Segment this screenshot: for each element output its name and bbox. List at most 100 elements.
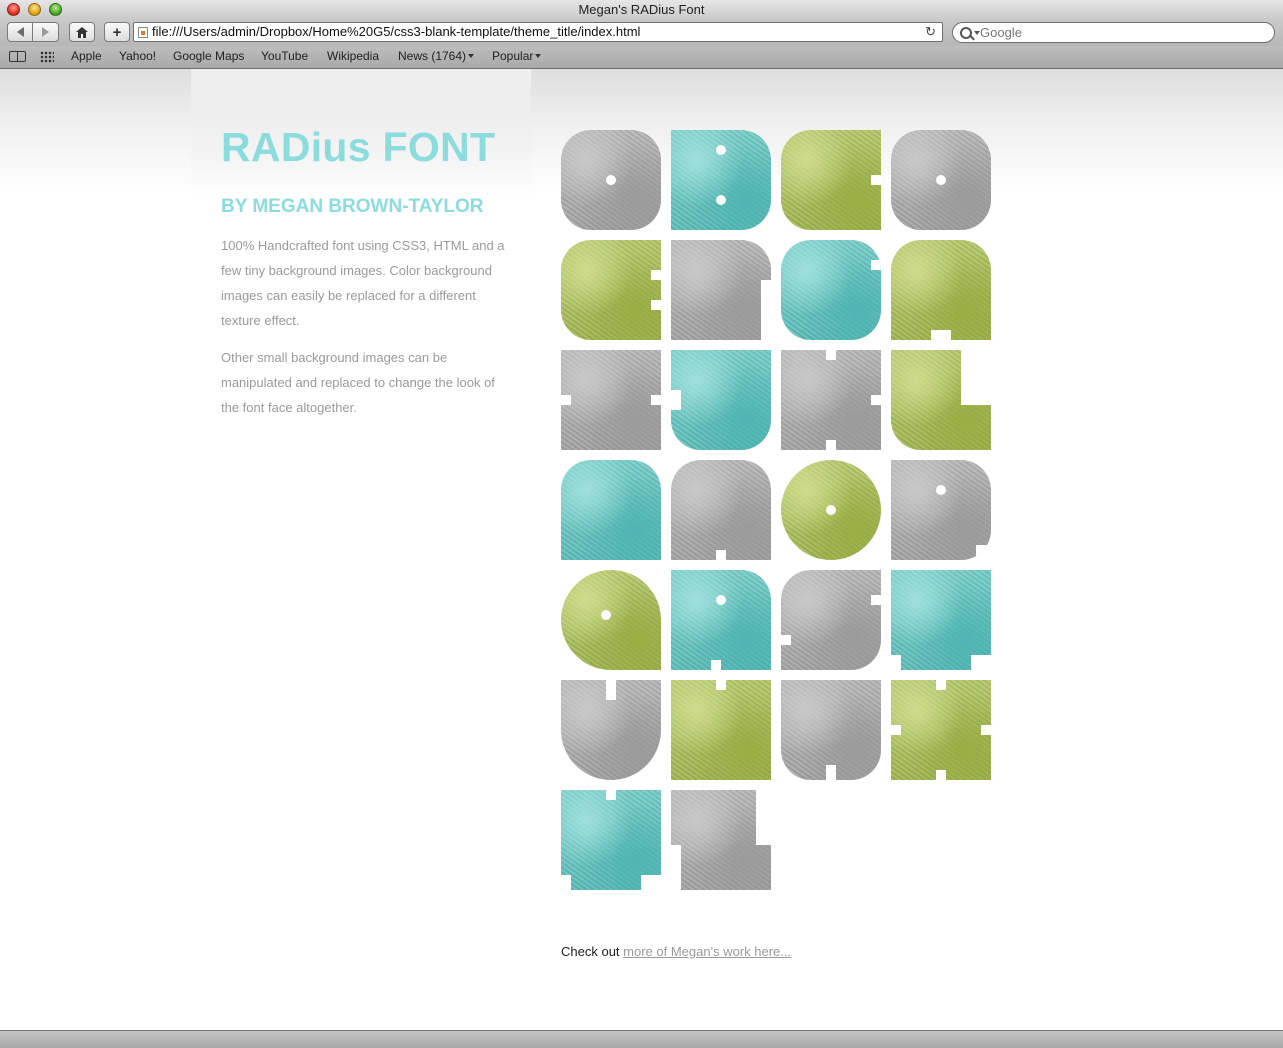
bookmark-news-menu[interactable]: News (1764) [398,49,475,63]
author-byline: BY MEGAN BROWN-TAYLOR [221,196,484,217]
letter-notch [641,875,661,890]
letter-tile-l [891,350,991,450]
letter-counter-hole [606,175,616,185]
description-paragraph: Other small background images can be man… [221,350,495,415]
title-bar: Megan's RADius Font [0,0,1283,20]
letter-tile-h [891,240,991,340]
letter-tile-b [671,130,771,230]
letter-notch [931,330,951,340]
letter-notch [826,440,836,450]
letter-tile-t [891,570,991,670]
letter-notch [606,790,616,800]
letter-notch [826,765,836,780]
letter-tile-m [561,460,661,560]
letter-notch [781,635,791,645]
letter-tile-d [891,130,991,230]
top-sites-grid-icon[interactable] [40,51,54,63]
letter-notch [711,660,721,670]
letter-tile-y [561,790,661,890]
address-bar[interactable]: ↻ [133,22,943,42]
bookmark-google-maps[interactable]: Google Maps [173,49,244,63]
browser-toolbar: + ↻ [0,20,1283,46]
letter-counter-hole [826,505,836,515]
letter-tile-c [781,130,881,230]
letter-tile-n [671,460,771,560]
letter-notch [716,550,726,560]
letter-notch [871,175,881,185]
letter-notch [561,875,571,890]
letter-counter-hole [716,595,726,605]
letter-counter-hole [716,195,726,205]
bookmarks-book-icon[interactable] [9,51,26,62]
letter-tile-i [561,350,661,450]
letter-notch [716,680,726,690]
letter-notch [936,770,946,780]
back-button[interactable] [7,22,33,42]
letter-tile-u [561,680,661,780]
letter-notch [976,545,991,560]
bookmark-apple[interactable]: Apple [71,49,102,63]
home-icon [76,26,88,38]
home-button[interactable] [69,22,95,42]
page-favicon-icon [138,27,148,38]
forward-arrow-icon [42,27,49,37]
reload-icon[interactable]: ↻ [925,24,936,40]
letter-tile-k [781,350,881,450]
letter-notch [756,790,771,845]
letter-notch [871,260,881,270]
letter-notch [891,725,901,735]
letter-tile-x [891,680,991,780]
letter-tile-f [671,240,771,340]
letter-notch [981,725,991,735]
footer-note: Check out more of Megan's work here... [561,944,791,959]
letter-notch [871,395,881,405]
back-arrow-icon [16,27,24,37]
page-viewport: RADius FONT BY MEGAN BROWN-TAYLOR 100% H… [0,69,1283,1030]
letter-notch [671,390,681,410]
page-title: RADius FONT [221,124,496,170]
letter-notch [891,655,901,670]
forward-button[interactable] [33,22,59,42]
chevron-down-icon [468,54,475,58]
letter-notch [606,680,616,700]
window-title: Megan's RADius Font [578,2,705,17]
letter-notch [871,595,881,605]
letter-notch [936,680,946,690]
letter-notch [971,655,991,670]
letter-tile-j [671,350,771,450]
letter-tile-q [561,570,661,670]
letter-tile-v [671,680,771,780]
letter-tile-r [671,570,771,670]
letter-tile-w [781,680,881,780]
letter-notch [671,845,681,890]
letter-notch [561,395,571,405]
letter-counter-hole [716,145,726,155]
search-input[interactable] [980,24,1260,41]
bookmarks-bar: Apple Yahoo! Google Maps YouTube Wikiped… [0,46,1283,69]
letter-tile-a [561,130,661,230]
letter-notch [761,280,771,340]
url-input[interactable] [152,23,912,41]
letter-tile-o [781,460,881,560]
description-paragraph: 100% Handcrafted font using CSS3, HTML a… [221,238,505,328]
letter-counter-hole [936,175,946,185]
letter-notch [651,300,661,310]
bookmark-yahoo[interactable]: Yahoo! [119,49,156,63]
bookmark-wikipedia[interactable]: Wikipedia [327,49,379,63]
letter-counter-hole [601,610,611,620]
letter-counter-hole [936,485,946,495]
search-icon[interactable] [960,27,972,39]
letter-tile-g [781,240,881,340]
more-work-link[interactable]: more of Megan's work here... [623,944,791,959]
footer-prefix: Check out [561,944,620,959]
letter-notch [651,270,661,280]
bookmark-youtube[interactable]: YouTube [261,49,308,63]
bookmark-popular-menu[interactable]: Popular [492,49,542,63]
letter-tile-e [561,240,661,340]
letter-tile-p [891,460,991,560]
search-bar[interactable] [952,22,1275,43]
add-bookmark-button[interactable]: + [104,22,130,42]
letter-notch [961,350,991,405]
chevron-down-icon [535,54,542,58]
letter-tile-s [781,570,881,670]
